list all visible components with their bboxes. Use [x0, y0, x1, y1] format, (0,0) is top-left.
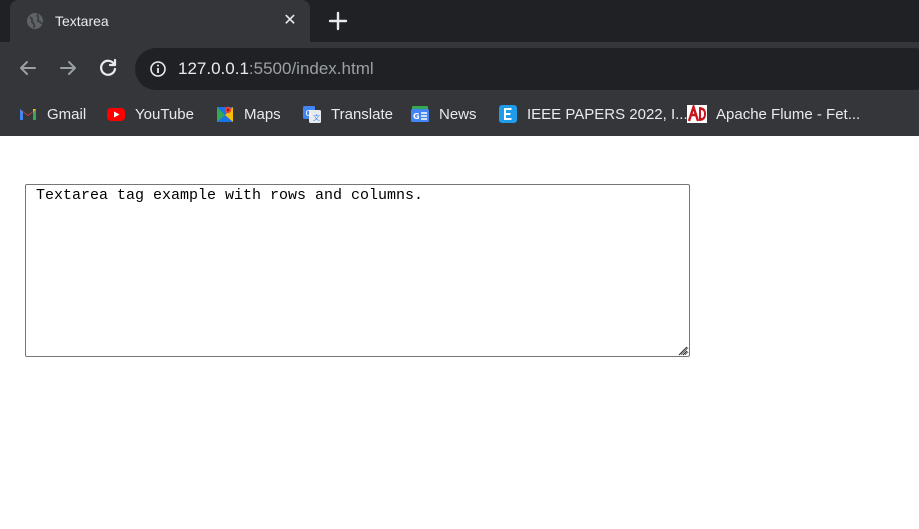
example-textarea[interactable]: Textarea tag example with rows and colum…	[25, 184, 690, 357]
new-tab-icon[interactable]	[326, 9, 350, 33]
news-icon: G	[411, 106, 429, 122]
bookmark-ieee-papers[interactable]: IEEE PAPERS 2022, I...	[498, 102, 688, 126]
svg-text:G: G	[413, 112, 420, 121]
close-tab-icon[interactable]: ✕	[280, 11, 300, 31]
maps-icon	[217, 106, 233, 122]
bookmark-label: IEEE PAPERS 2022, I...	[527, 105, 688, 123]
page-viewport: Textarea tag example with rows and colum…	[0, 136, 919, 529]
ad-icon	[687, 104, 707, 123]
tab-strip: Textarea ✕	[0, 0, 919, 42]
bookmark-youtube[interactable]: YouTube	[106, 102, 194, 126]
bookmarks-bar: Gmail YouTube Maps G 文 Translate G News …	[0, 94, 919, 136]
bookmark-apache-flume[interactable]: Apache Flume - Fet...	[687, 102, 860, 126]
url-path: :5500/index.html	[248, 59, 374, 78]
bookmark-gmail[interactable]: Gmail	[18, 102, 86, 126]
bookmark-maps[interactable]: Maps	[215, 102, 281, 126]
reload-icon[interactable]	[96, 56, 120, 80]
bookmark-label: YouTube	[135, 105, 194, 123]
address-bar[interactable]: 127.0.0.1:5500/index.html	[135, 48, 919, 90]
site-info-icon[interactable]	[149, 60, 167, 78]
url-text: 127.0.0.1:5500/index.html	[178, 59, 374, 79]
gmail-icon	[20, 109, 36, 120]
bookmark-news[interactable]: G News	[410, 102, 477, 126]
bookmark-label: Apache Flume - Fet...	[716, 105, 861, 123]
svg-text:G: G	[306, 109, 312, 118]
bookmark-translate[interactable]: G 文 Translate	[302, 102, 393, 126]
globe-icon	[27, 13, 43, 29]
tab-textarea[interactable]: Textarea ✕	[10, 0, 310, 42]
translate-icon: G 文	[303, 106, 321, 123]
bookmark-label: Gmail	[47, 105, 87, 123]
back-icon[interactable]	[16, 56, 40, 80]
e-letter-icon	[499, 105, 517, 123]
tab-title: Textarea	[55, 13, 109, 29]
bookmark-label: Translate	[331, 105, 393, 123]
svg-text:文: 文	[313, 113, 320, 122]
forward-icon[interactable]	[56, 56, 80, 80]
youtube-icon	[107, 108, 125, 121]
url-host: 127.0.0.1	[178, 59, 249, 78]
bookmark-label: Maps	[244, 105, 281, 123]
bookmark-label: News	[439, 105, 477, 123]
toolbar: 127.0.0.1:5500/index.html	[0, 42, 919, 94]
